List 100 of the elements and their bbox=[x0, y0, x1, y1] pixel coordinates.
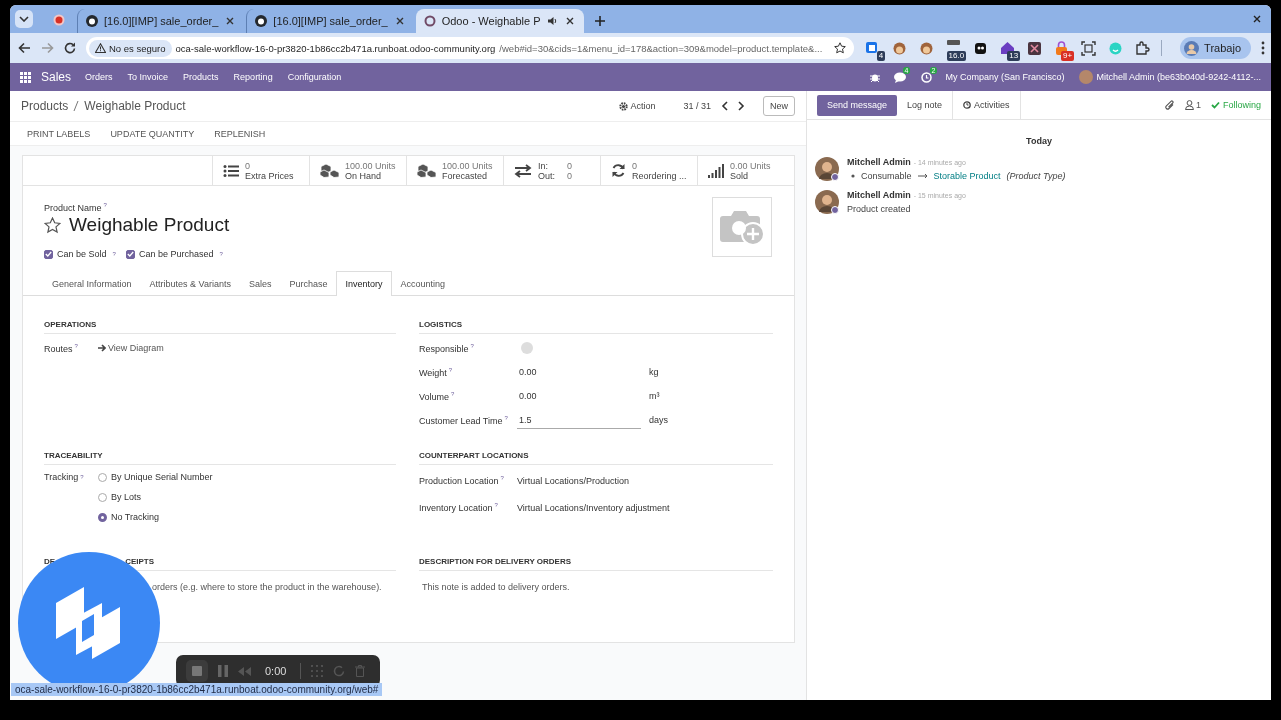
security-chip[interactable]: No es seguro bbox=[89, 39, 172, 57]
stop-button[interactable] bbox=[186, 660, 208, 682]
number-field[interactable]: 1.5 bbox=[517, 411, 641, 429]
camera-plus-icon bbox=[719, 208, 765, 246]
location-field[interactable]: Virtual Locations/Production bbox=[517, 475, 629, 486]
form-tab[interactable]: Accounting bbox=[391, 271, 455, 296]
pager-value[interactable]: 31 / 31 bbox=[683, 101, 711, 111]
record-icon[interactable] bbox=[53, 14, 65, 26]
warning-icon bbox=[95, 43, 106, 53]
plus-icon[interactable] bbox=[593, 15, 606, 27]
forward-icon bbox=[41, 42, 54, 54]
person-icon bbox=[1184, 100, 1194, 110]
menu-item[interactable]: Reporting bbox=[233, 72, 273, 82]
transfer-icon bbox=[514, 163, 532, 178]
paperclip-icon[interactable] bbox=[1164, 99, 1175, 111]
tab-search-button[interactable] bbox=[15, 10, 33, 28]
profile-button[interactable]: Trabajo bbox=[1180, 37, 1251, 59]
menu-item[interactable]: Products bbox=[183, 72, 219, 82]
browser-tab[interactable]: Odoo - Weighable P bbox=[415, 9, 584, 33]
profile-name: Trabajo bbox=[1204, 42, 1241, 54]
count-badge: 4 bbox=[876, 50, 886, 61]
app-name[interactable]: Sales bbox=[41, 70, 72, 84]
field-label: Responsible bbox=[419, 343, 469, 354]
menu-item[interactable]: Orders bbox=[85, 72, 113, 82]
followers-button[interactable]: 1 bbox=[1184, 100, 1201, 110]
number-field[interactable]: 0.00 bbox=[517, 388, 641, 404]
avatar-icon bbox=[815, 157, 839, 181]
form-tab[interactable]: Purchase bbox=[280, 271, 337, 296]
company-switcher[interactable]: My Company (San Francisco) bbox=[945, 72, 1065, 82]
chatter-button[interactable]: Activities bbox=[952, 91, 1021, 119]
stat-value: 0 bbox=[632, 160, 638, 171]
new-button[interactable]: New bbox=[763, 96, 795, 116]
chatter-button[interactable]: Send message bbox=[817, 94, 898, 116]
section-heading: TRACEABILITY bbox=[44, 451, 103, 460]
star-icon[interactable] bbox=[44, 216, 61, 234]
back-icon[interactable] bbox=[18, 42, 31, 54]
form-tab[interactable]: Attributes & Variants bbox=[140, 271, 240, 296]
menu-item[interactable]: To Invoice bbox=[127, 72, 169, 82]
cubes-icon bbox=[417, 163, 436, 178]
stop-icon bbox=[192, 666, 202, 676]
arrow-right-icon bbox=[98, 344, 106, 352]
pause-icon[interactable] bbox=[218, 665, 228, 677]
checkbox-label: Can be Sold bbox=[57, 249, 107, 259]
field-label: Weight bbox=[419, 367, 447, 378]
ring-icon bbox=[423, 15, 436, 27]
date-separator: Today bbox=[1026, 136, 1052, 146]
field-label: Product Name bbox=[44, 203, 102, 213]
kebab-menu-icon[interactable] bbox=[1261, 41, 1265, 55]
cross-icon[interactable] bbox=[1026, 39, 1044, 57]
checkbox[interactable] bbox=[44, 249, 53, 259]
close-icon[interactable] bbox=[1251, 13, 1263, 25]
section-heading: COUNTERPART LOCATIONS bbox=[419, 451, 529, 460]
breadcrumb-current: Weighable Product bbox=[84, 99, 186, 113]
header-button[interactable]: REPLENISH bbox=[204, 128, 276, 139]
form-tab[interactable]: Sales bbox=[239, 271, 281, 296]
chat-icon[interactable] bbox=[893, 71, 907, 83]
frame-icon[interactable] bbox=[1080, 39, 1098, 57]
checkbox-label: Can be Purchased bbox=[138, 249, 214, 259]
header-button[interactable]: UPDATE QUANTITY bbox=[100, 128, 205, 139]
tab-title: [16.0][IMP] sale_order_ bbox=[273, 15, 388, 27]
location-field[interactable]: Virtual Locations/Inventory adjustment bbox=[517, 502, 670, 513]
clock-icon[interactable] bbox=[920, 71, 932, 83]
reload-icon[interactable] bbox=[64, 42, 76, 54]
cubes-icon bbox=[320, 163, 339, 178]
note-placeholder[interactable]: orders (e.g. where to store the product in the warehouse). bbox=[152, 582, 382, 592]
product-name-field[interactable]: Weighable Product bbox=[69, 214, 230, 236]
previous-icon[interactable] bbox=[721, 101, 728, 111]
radio-button[interactable] bbox=[98, 512, 107, 522]
number-field[interactable]: 0.00 bbox=[517, 364, 641, 380]
view-diagram-link[interactable]: View Diagram bbox=[98, 343, 164, 353]
next-icon[interactable] bbox=[738, 101, 745, 111]
tile-icon[interactable] bbox=[945, 39, 963, 46]
note-placeholder[interactable]: This note is added to delivery orders. bbox=[422, 582, 570, 592]
checkbox[interactable] bbox=[125, 249, 135, 259]
apps-menu-icon[interactable] bbox=[20, 71, 31, 83]
header-button[interactable]: PRINT LABELS bbox=[17, 128, 101, 139]
field-name: (Product Type) bbox=[1006, 171, 1066, 181]
form-tab[interactable]: General Information bbox=[43, 271, 141, 296]
bug-icon[interactable] bbox=[869, 72, 880, 82]
in-count: 0 bbox=[567, 160, 573, 171]
puzzle-icon[interactable] bbox=[1134, 39, 1152, 57]
user-menu[interactable]: Mitchell Admin (be63b040d-9242-4112-... bbox=[1096, 72, 1261, 82]
section-heading: LOGISTICS bbox=[419, 320, 463, 329]
count-badge: 13 bbox=[1007, 50, 1021, 61]
star-icon[interactable] bbox=[834, 42, 847, 54]
action-button[interactable]: Action bbox=[619, 101, 656, 111]
tab-title: Odoo - Weighable P bbox=[441, 15, 541, 27]
field-label: Inventory Location bbox=[419, 503, 493, 513]
restart-icon[interactable] bbox=[333, 665, 346, 677]
signal-bars-icon bbox=[708, 163, 724, 178]
in-label: In: bbox=[538, 160, 549, 171]
menu-item[interactable]: Configuration bbox=[287, 72, 342, 82]
form-tab[interactable]: Inventory bbox=[336, 271, 392, 296]
out-count: 0 bbox=[567, 170, 573, 181]
breadcrumb-link[interactable]: Products bbox=[21, 99, 69, 113]
address-bar[interactable]: No es seguro oca-sale-workflow-16-0-pr3820-1b86cc2b471a.runboat.odoo-community.org /web#id=30&cids=1&menu_id=178&action=309&model=product.template&... bbox=[86, 37, 855, 59]
unit-label: kg bbox=[649, 367, 659, 377]
stat-label: Forecasted bbox=[442, 170, 489, 181]
security-label: No es seguro bbox=[109, 42, 166, 54]
chatter-button[interactable]: Log note bbox=[897, 91, 953, 119]
